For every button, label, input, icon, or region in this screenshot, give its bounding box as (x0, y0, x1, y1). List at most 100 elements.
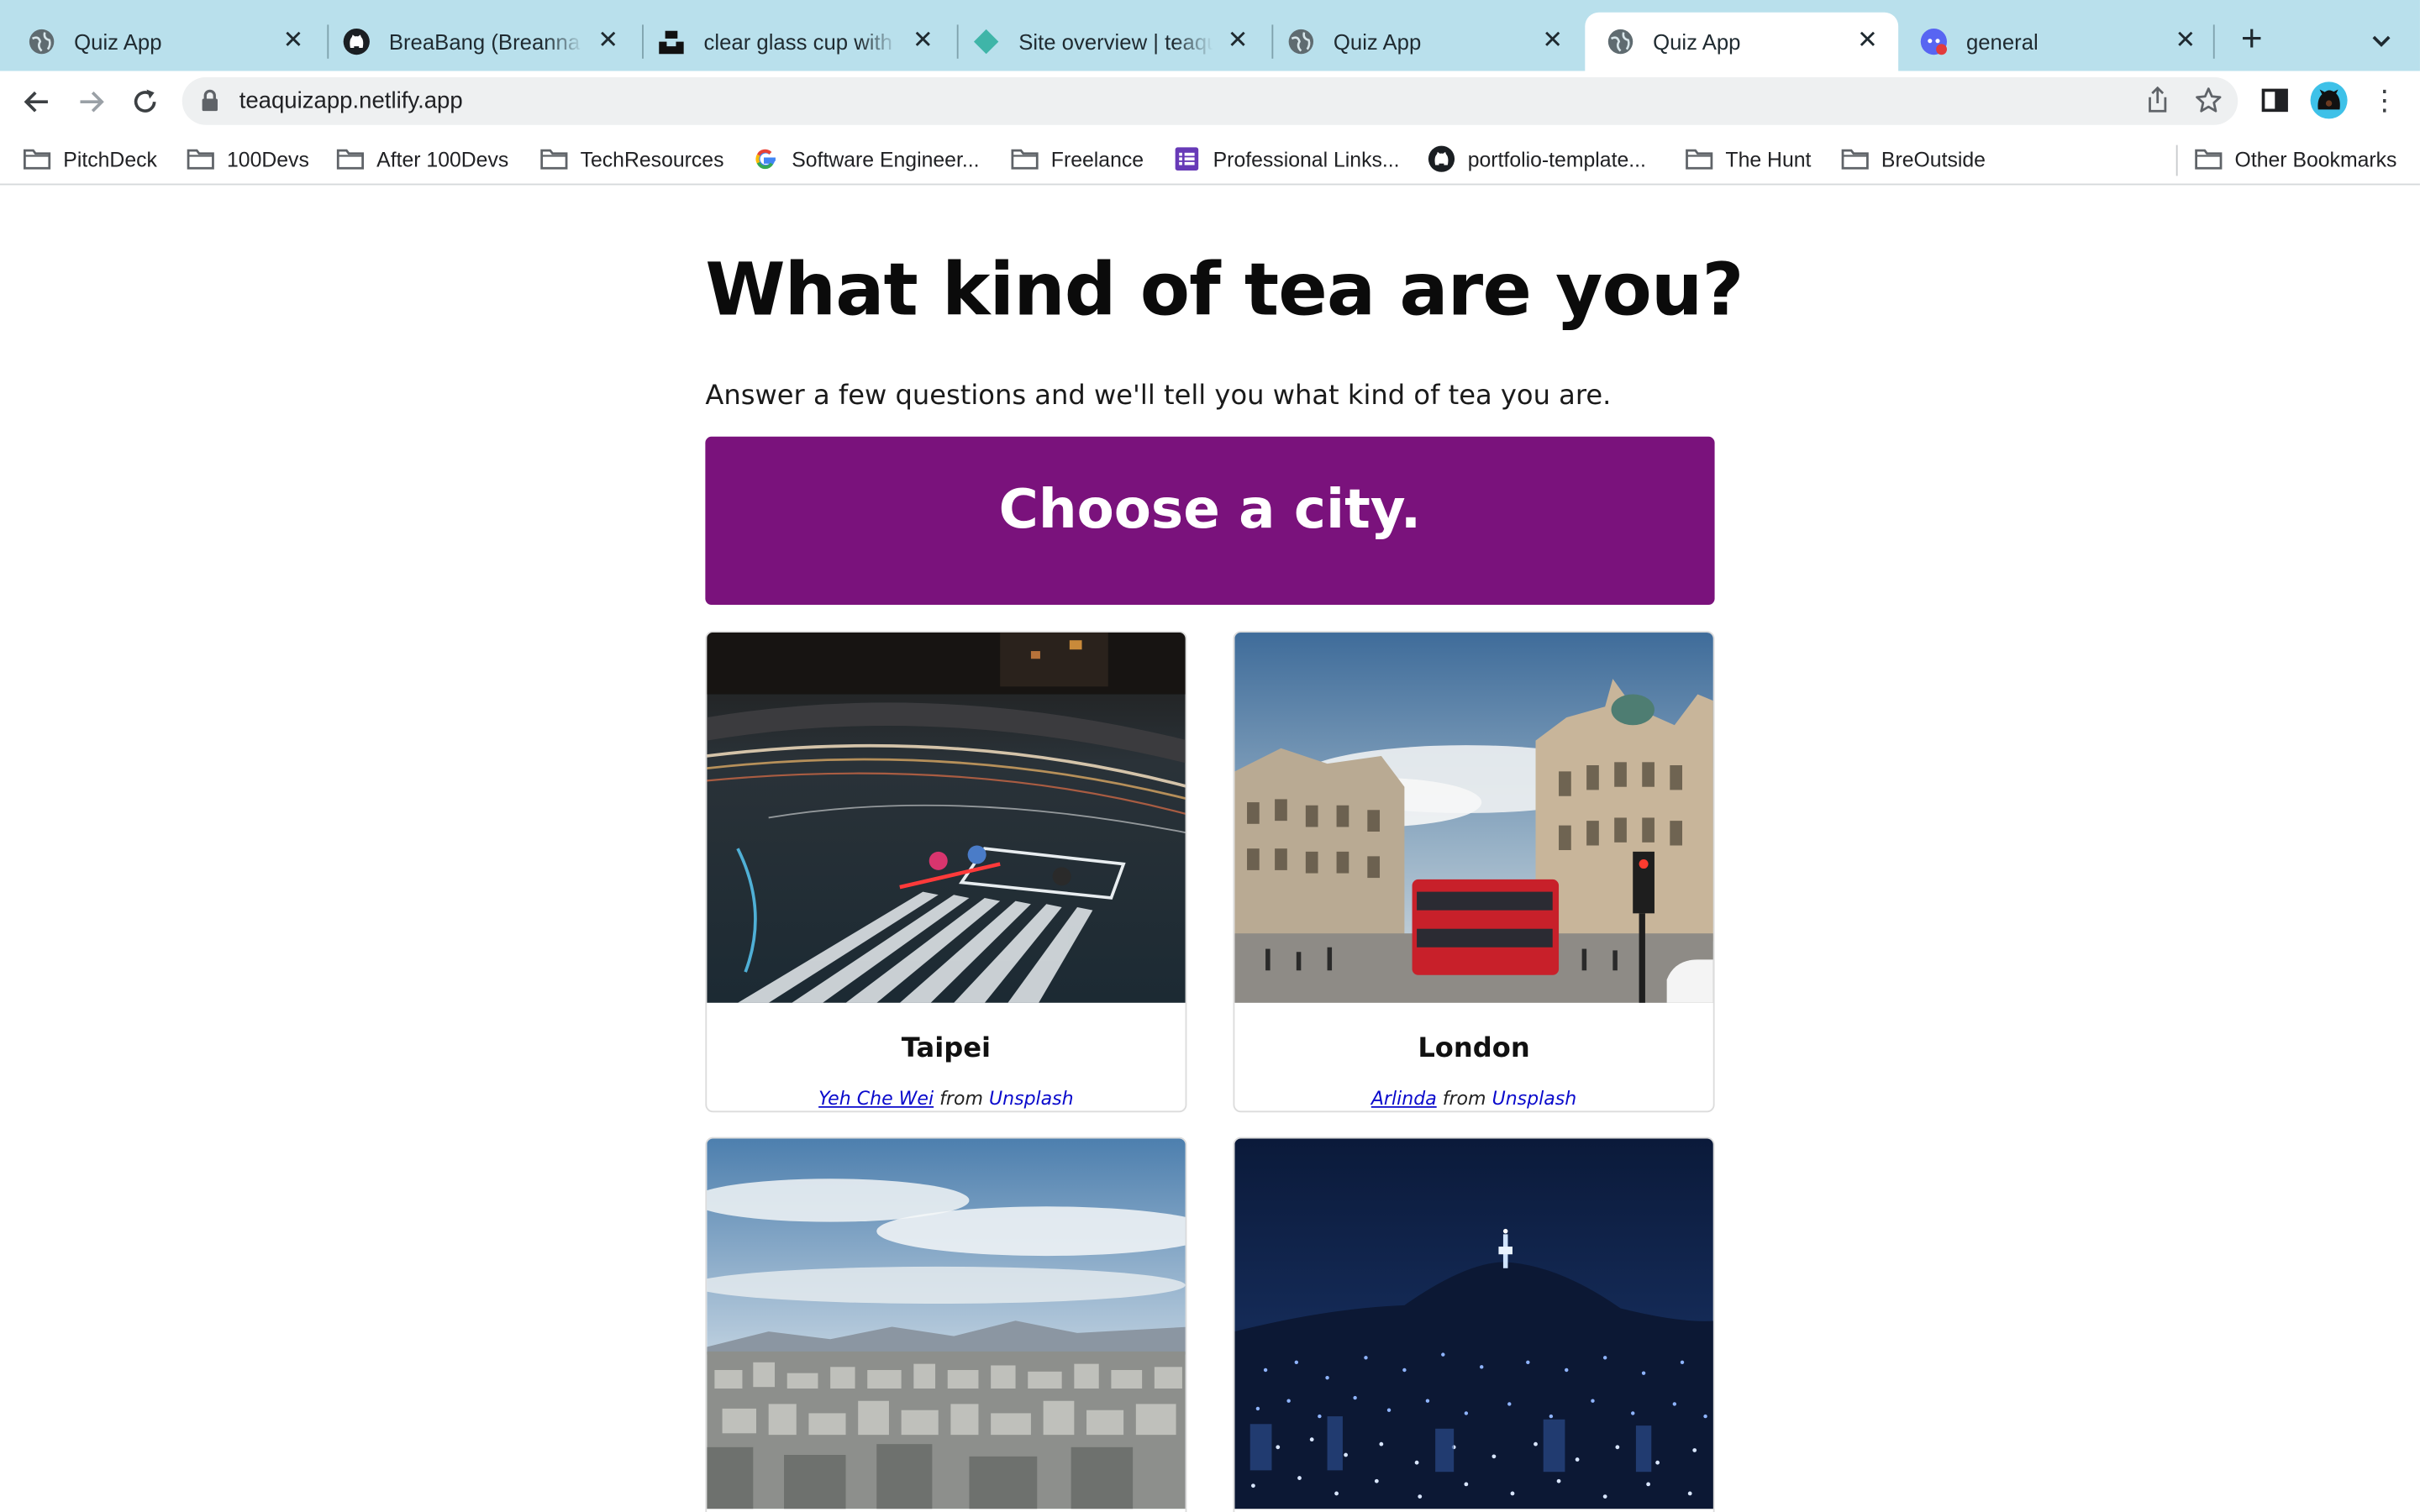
forward-arrow-icon[interactable] (71, 81, 111, 122)
close-icon[interactable]: ✕ (278, 26, 309, 57)
side-panel-icon[interactable] (2260, 85, 2291, 123)
globe-icon (1287, 28, 1315, 55)
answer-card-london[interactable]: London Arlinda from Unsplash (1233, 631, 1715, 1113)
photographer-link[interactable]: Yeh Che Wei (818, 1088, 934, 1110)
bookmark-label: 100Devs (226, 147, 309, 171)
bookmark-100devs[interactable]: 100Devs (187, 144, 309, 175)
tab-strip: Quiz App ✕ BreaBang (Breanna Bang) ✕ cle… (0, 0, 2420, 71)
city-skyline-photo[interactable] (707, 1138, 1186, 1509)
bookmark-label: BreOutside (1881, 147, 1986, 171)
folder-icon (187, 146, 214, 171)
browser-toolbar: teaquizapp.netlify.app ⋮ (0, 71, 2420, 133)
globe-icon (1607, 28, 1634, 55)
tab-quiz-app-1[interactable]: Quiz App ✕ (6, 13, 324, 71)
bookmark-other-bookmarks[interactable]: Other Bookmarks (2195, 144, 2397, 175)
answer-card-taipei[interactable]: Taipei Yeh Che Wei from Unsplash (705, 631, 1187, 1113)
quiz-page: What kind of tea are you? Answer a few q… (0, 186, 2420, 1512)
bookmark-label: Professional Links... (1213, 147, 1400, 171)
tab-general[interactable]: general ✕ (1898, 13, 2216, 71)
bookmark-pitchdeck[interactable]: PitchDeck (24, 144, 157, 175)
forms-icon (1173, 146, 1201, 171)
bookmark-after-100devs[interactable]: After 100Devs (336, 144, 508, 175)
address-bar[interactable]: teaquizapp.netlify.app (182, 76, 2238, 125)
bookmark-freelance[interactable]: Freelance (1011, 144, 1144, 175)
question-banner: Choose a city. (705, 436, 1715, 605)
more-menu-icon[interactable]: ⋮ (2370, 85, 2398, 118)
tab-title: general (1965, 29, 2039, 55)
bookmark-label: Freelance (1050, 147, 1144, 171)
discord-icon (1920, 28, 1948, 55)
page-subtitle: Answer a few questions and we'll tell yo… (705, 381, 1612, 412)
bookmark-star-icon[interactable] (2195, 87, 2223, 122)
tab-github[interactable]: BreaBang (Breanna Bang) ✕ (321, 13, 639, 71)
bookmark-techresources[interactable]: TechResources (540, 144, 724, 175)
close-icon[interactable]: ✕ (1537, 26, 1568, 57)
bookmark-label: PitchDeck (63, 147, 157, 171)
bookmark-label: The Hunt (1725, 147, 1812, 171)
share-icon[interactable] (2145, 86, 2170, 122)
folder-icon (2195, 146, 2223, 171)
folder-icon (1686, 146, 1713, 171)
profile-avatar[interactable] (2310, 81, 2348, 119)
bookmark-breoutside[interactable]: BreOutside (1841, 144, 1986, 175)
bookmarks-bar: PitchDeck 100Devs After 100Devs TechReso… (0, 132, 2420, 186)
close-icon[interactable]: ✕ (908, 26, 939, 57)
netlify-icon (972, 28, 1000, 55)
github-icon (343, 28, 371, 55)
photo-credit: Arlinda from Unsplash (1234, 1086, 1712, 1110)
github-icon (1428, 145, 1455, 172)
bookmark-label: TechResources (580, 147, 724, 171)
credit-from-text: from (939, 1087, 983, 1110)
url-text[interactable]: teaquizapp.netlify.app (239, 87, 463, 116)
photo-credit: Yeh Che Wei from Unsplash (707, 1086, 1185, 1110)
bookmark-the-hunt[interactable]: The Hunt (1686, 144, 1812, 175)
credit-from-text: from (1442, 1087, 1486, 1110)
tab-title: BreaBang (Breanna Bang) (388, 29, 583, 55)
unsplash-icon (657, 28, 685, 55)
unsplash-link[interactable]: Unsplash (989, 1088, 1074, 1110)
tab-separator (2212, 24, 2215, 59)
bookmark-label: Other Bookmarks (2234, 147, 2397, 171)
bookmark-professional-links[interactable]: Professional Links... (1173, 144, 1400, 175)
close-icon[interactable]: ✕ (1852, 26, 1883, 57)
london-piccadilly-photo[interactable] (1234, 633, 1713, 1003)
taipei-night-street-photo[interactable] (707, 633, 1186, 1003)
google-icon (751, 146, 779, 171)
close-icon[interactable]: ✕ (2170, 26, 2201, 57)
tab-title: Site overview | teaquizapp (1018, 29, 1213, 55)
folder-icon (1841, 146, 1869, 171)
reload-icon[interactable] (125, 81, 166, 122)
tab-title: Quiz App (74, 29, 162, 55)
folder-icon (24, 146, 51, 171)
bookmark-label: portfolio-template... (1467, 147, 1646, 171)
folder-icon (1011, 146, 1039, 171)
answer-card-4[interactable] (1233, 1137, 1715, 1512)
close-icon[interactable]: ✕ (592, 26, 623, 57)
globe-icon (28, 28, 55, 55)
tab-unsplash[interactable]: clear glass cup with black tea ✕ (636, 13, 954, 71)
bookmark-label: Software Engineer... (792, 147, 980, 171)
folder-icon (336, 146, 365, 171)
question-text: Choose a city. (998, 480, 1422, 542)
bookmark-portfolio-template[interactable]: portfolio-template... (1428, 144, 1646, 175)
tab-search-chevron-icon[interactable] (2363, 24, 2400, 60)
tab-quiz-app-active[interactable]: Quiz App ✕ (1585, 12, 1899, 71)
tab-title: Quiz App (1333, 29, 1422, 55)
answer-card-3[interactable] (705, 1137, 1187, 1512)
close-icon[interactable]: ✕ (1223, 26, 1254, 57)
folder-icon (540, 146, 568, 171)
tab-title: clear glass cup with black tea (703, 29, 898, 55)
tab-netlify[interactable]: Site overview | teaquizapp ✕ (950, 13, 1268, 71)
new-tab-button[interactable]: + (2232, 21, 2272, 62)
bookmark-label: After 100Devs (376, 147, 509, 171)
tab-quiz-app-2[interactable]: Quiz App ✕ (1265, 13, 1583, 71)
back-arrow-icon[interactable] (17, 81, 57, 122)
lock-icon[interactable] (201, 89, 219, 119)
night-city-tower-photo[interactable] (1234, 1138, 1713, 1509)
city-name: Taipei (901, 1033, 992, 1065)
page-title: What kind of tea are you? (705, 248, 1744, 333)
tab-title: Quiz App (1653, 29, 1741, 55)
bookmark-software-engineer[interactable]: Software Engineer... (751, 144, 980, 175)
unsplash-link[interactable]: Unsplash (1492, 1088, 1577, 1110)
photographer-link[interactable]: Arlinda (1371, 1088, 1437, 1110)
